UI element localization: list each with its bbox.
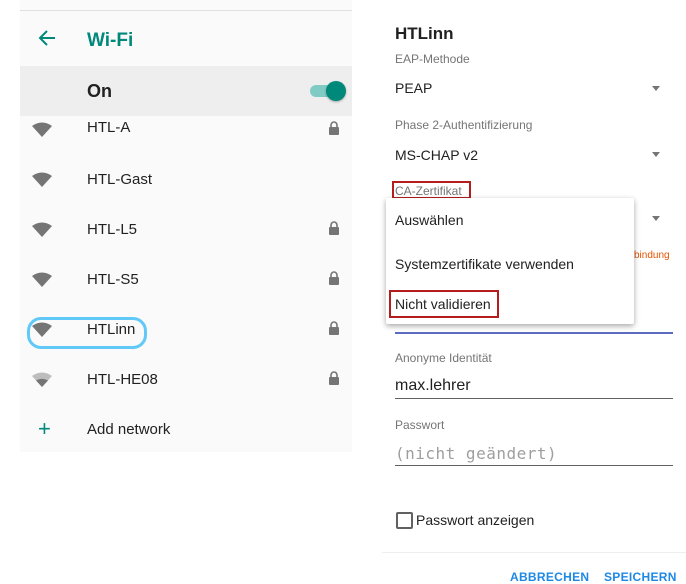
show-password-checkbox[interactable] — [396, 512, 413, 529]
wifi-signal-icon — [32, 372, 52, 387]
back-arrow-icon[interactable] — [37, 28, 57, 48]
lock-icon — [329, 271, 339, 285]
eap-method-label: EAP-Methode — [395, 52, 470, 66]
network-item-htl-a[interactable]: HTL-A — [20, 106, 352, 156]
network-item-htl-gast[interactable]: HTL-Gast — [20, 156, 352, 206]
option-auswaehlen[interactable]: Auswählen — [395, 212, 464, 228]
show-password-label: Passwort anzeigen — [416, 512, 535, 528]
anon-identity-input[interactable]: max.lehrer — [395, 377, 471, 395]
add-network-label: Add network — [87, 421, 171, 438]
annotation-box-ca-cert — [392, 181, 471, 199]
password-underline — [395, 465, 673, 466]
annotation-box-nicht-validieren — [389, 290, 499, 318]
network-ssid: HTL-Gast — [87, 171, 153, 188]
phase2-label: Phase 2-Authentifizierung — [395, 118, 533, 132]
wifi-settings-panel: Wi-Fi On HTL-A HTL-Gast HTL-L5 HTL-S5 HT… — [20, 0, 352, 452]
network-item-htl-l5[interactable]: HTL-L5 — [20, 206, 352, 256]
ca-cert-dropdown: Auswählen Systemzertifikate verwenden Ni… — [386, 198, 634, 324]
cancel-button[interactable]: ABBRECHEN — [510, 570, 589, 584]
wifi-signal-icon — [32, 172, 52, 187]
plus-icon: + — [38, 416, 51, 441]
wifi-signal-icon — [32, 272, 52, 287]
dialog-divider — [382, 552, 686, 553]
connection-warning: bindung — [634, 250, 670, 261]
anon-identity-label: Anonyme Identität — [395, 351, 492, 365]
network-ssid: HTL-S5 — [87, 271, 139, 288]
annotation-circle — [27, 317, 147, 349]
network-ssid: HTL-A — [87, 119, 131, 136]
dialog-title: HTLinn — [395, 24, 454, 43]
network-ssid: HTL-L5 — [87, 221, 138, 238]
wifi-signal-icon — [32, 222, 52, 237]
lock-icon — [329, 221, 339, 235]
anon-identity-underline — [395, 398, 673, 399]
add-network-item[interactable]: + Add network — [20, 406, 352, 456]
password-label: Passwort — [395, 418, 445, 432]
page-title: Wi-Fi — [87, 30, 134, 51]
wifi-signal-icon — [32, 122, 52, 137]
wifi-switch-label: On — [87, 81, 112, 101]
dropdown-arrow-icon — [652, 152, 660, 157]
top-divider — [20, 10, 352, 11]
phase2-value: MS-CHAP v2 — [395, 147, 478, 163]
password-input[interactable]: (nicht geändert) — [395, 444, 557, 463]
dropdown-arrow-icon — [652, 86, 660, 91]
toggle-thumb — [326, 81, 346, 101]
lock-icon — [329, 121, 339, 135]
network-ssid: HTL-HE08 — [87, 371, 158, 388]
option-systemzertifikate[interactable]: Systemzertifikate verwenden — [395, 256, 574, 272]
app-bar: Wi-Fi — [20, 12, 352, 66]
lock-icon — [329, 321, 339, 335]
eap-method-value: PEAP — [395, 80, 433, 96]
save-button[interactable]: SPEICHERN — [604, 570, 677, 584]
dropdown-arrow-icon[interactable] — [652, 216, 660, 221]
network-item-htl-he08[interactable]: HTL-HE08 — [20, 356, 352, 406]
focused-field-underline — [395, 332, 673, 334]
lock-icon — [329, 371, 339, 385]
network-item-htl-s5[interactable]: HTL-S5 — [20, 256, 352, 306]
wifi-toggle[interactable] — [310, 81, 346, 101]
